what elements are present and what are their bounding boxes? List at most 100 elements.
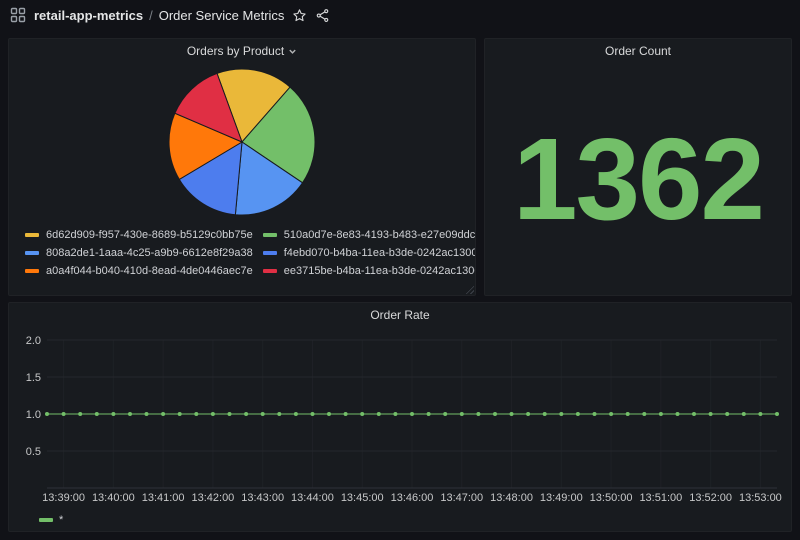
legend-swatch: [263, 251, 277, 255]
series-point: [393, 412, 397, 416]
x-tick-label: 13:44:00: [291, 492, 334, 504]
series-point: [493, 412, 497, 416]
series-point: [476, 412, 480, 416]
series-point: [709, 412, 713, 416]
legend-swatch: [263, 269, 277, 273]
pie-chart-wrap: [9, 67, 475, 217]
series-point: [642, 412, 646, 416]
series-point: [128, 412, 132, 416]
series-point: [161, 412, 165, 416]
y-tick-label: 0.5: [26, 446, 41, 458]
rate-chart[interactable]: 13:39:00 13:40:00 13:41:00 13:42:00 13:43:00…: [17, 329, 783, 507]
y-tick-label: 1.0: [26, 409, 41, 421]
share-icon[interactable]: [315, 8, 330, 23]
x-tick-label: 13:47:00: [440, 492, 483, 504]
legend-label: ee3715be-b4ba-11ea-b3de-0242ac130004: [284, 265, 476, 277]
series-point: [294, 412, 298, 416]
x-tick-label: 13:53:00: [739, 492, 782, 504]
legend-swatch: [25, 269, 39, 273]
x-tick-label: 13:48:00: [490, 492, 533, 504]
legend-label: f4ebd070-b4ba-11ea-b3de-0242ac130004: [284, 247, 476, 259]
legend-swatch: [263, 233, 277, 237]
panel-title-orders-by-product[interactable]: Orders by Product: [9, 39, 475, 63]
series-point: [45, 412, 49, 416]
legend-label: *: [59, 514, 63, 526]
breadcrumb-separator: /: [149, 8, 153, 23]
breadcrumb: retail-app-metrics / Order Service Metri…: [34, 8, 284, 23]
star-icon[interactable]: [292, 8, 307, 23]
series-point: [510, 412, 514, 416]
x-tick-label: 13:51:00: [639, 492, 682, 504]
series-point: [526, 412, 530, 416]
series-point: [78, 412, 82, 416]
series-point: [692, 412, 696, 416]
panel-resize-handle[interactable]: [465, 285, 474, 294]
panel-title-order-count[interactable]: Order Count: [485, 39, 791, 63]
series-point: [725, 412, 729, 416]
x-tick-label: 13:52:00: [689, 492, 732, 504]
series-point: [261, 412, 265, 416]
x-tick-label: 13:43:00: [241, 492, 284, 504]
series-point: [178, 412, 182, 416]
series-point: [742, 412, 746, 416]
series-point: [609, 412, 613, 416]
pie-legend: 6d62d909-f957-430e-8689-b5129c0bb75e 510a…: [9, 217, 475, 277]
rate-legend-item[interactable]: *: [9, 512, 791, 526]
x-tick-label: 13:42:00: [191, 492, 234, 504]
series-point: [659, 412, 663, 416]
series-point: [626, 412, 630, 416]
breadcrumb-folder[interactable]: retail-app-metrics: [34, 8, 143, 23]
legend-item[interactable]: f4ebd070-b4ba-11ea-b3de-0242ac130004: [263, 247, 476, 259]
series-point: [277, 412, 281, 416]
x-tick-label: 13:39:00: [42, 492, 85, 504]
panel-order-rate: Order Rate 13:39:00 13:40:00 13:41:00 13:42…: [8, 302, 792, 532]
y-tick-label: 2.0: [26, 335, 41, 347]
series-point: [228, 412, 232, 416]
legend-swatch: [39, 518, 53, 522]
series-point: [593, 412, 597, 416]
series-point: [211, 412, 215, 416]
legend-item[interactable]: ee3715be-b4ba-11ea-b3de-0242ac130004: [263, 265, 476, 277]
legend-item[interactable]: 510a0d7e-8e83-4193-b483-e27e09ddc34d: [263, 229, 476, 241]
legend-swatch: [25, 251, 39, 255]
x-tick-label: 13:40:00: [92, 492, 135, 504]
series-point: [311, 412, 315, 416]
legend-label: 6d62d909-f957-430e-8689-b5129c0bb75e: [46, 229, 253, 241]
x-tick-label: 13:46:00: [391, 492, 434, 504]
series-point: [194, 412, 198, 416]
legend-item[interactable]: 6d62d909-f957-430e-8689-b5129c0bb75e: [25, 229, 253, 241]
panel-title-label: Orders by Product: [187, 44, 284, 58]
rate-chart-body: 13:39:00 13:40:00 13:41:00 13:42:00 13:43:00…: [9, 327, 791, 512]
panel-title-label: Order Rate: [370, 308, 429, 322]
series-point: [360, 412, 364, 416]
legend-label: 510a0d7e-8e83-4193-b483-e27e09ddc34d: [284, 229, 476, 241]
series-point: [559, 412, 563, 416]
series-point: [344, 412, 348, 416]
apps-grid-icon[interactable]: [10, 7, 26, 23]
series-point: [327, 412, 331, 416]
x-tick-label: 13:50:00: [590, 492, 633, 504]
panel-orders-by-product: Orders by Product 6d62d909-f957-430e-868…: [8, 38, 476, 296]
series-point: [443, 412, 447, 416]
series-point: [676, 412, 680, 416]
x-tick-label: 13:41:00: [142, 492, 185, 504]
series-point: [775, 412, 779, 416]
legend-item[interactable]: 808a2de1-1aaa-4c25-a9b9-6612e8f29a38: [25, 247, 253, 259]
series-point: [145, 412, 149, 416]
series-point: [427, 412, 431, 416]
panel-title-label: Order Count: [605, 44, 671, 58]
legend-swatch: [25, 233, 39, 237]
legend-label: a0a4f044-b040-410d-8ead-4de0446aec7e: [46, 265, 253, 277]
panel-order-count: Order Count 1362: [484, 38, 792, 296]
header: retail-app-metrics / Order Service Metri…: [0, 0, 800, 30]
series-point: [543, 412, 547, 416]
series-point: [377, 412, 381, 416]
series-point: [62, 412, 66, 416]
chevron-down-icon: [288, 47, 297, 56]
series-point: [111, 412, 115, 416]
series-point: [460, 412, 464, 416]
legend-item[interactable]: a0a4f044-b040-410d-8ead-4de0446aec7e: [25, 265, 253, 277]
panel-title-order-rate[interactable]: Order Rate: [9, 303, 791, 327]
x-tick-label: 13:45:00: [341, 492, 384, 504]
series-point: [410, 412, 414, 416]
